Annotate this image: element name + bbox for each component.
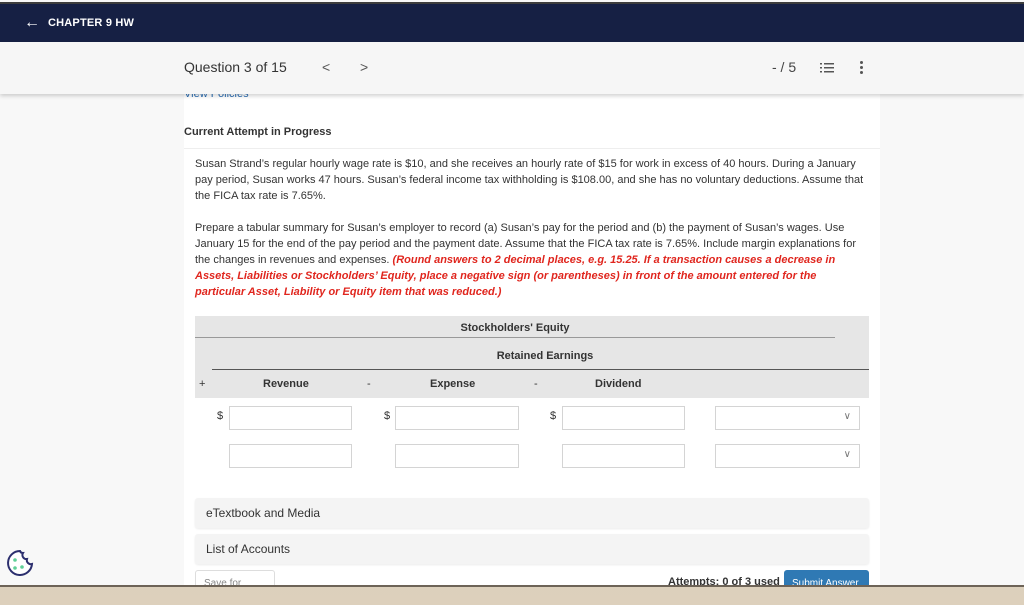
etextbook-media-accordion[interactable]: eTextbook and Media — [195, 498, 869, 528]
column-header-revenue: Revenue — [263, 378, 309, 390]
app-window: ← CHAPTER 9 HW Question 3 of 15 < > - / … — [0, 0, 1024, 587]
minus-sign: - — [367, 378, 371, 390]
table-header: Stockholders' Equity Retained Earnings +… — [195, 316, 869, 398]
dollar-sign: $ — [217, 410, 224, 422]
top-bar: ← CHAPTER 9 HW — [0, 2, 1024, 42]
stockholders-equity-header: Stockholders' Equity — [460, 322, 570, 334]
chevron-down-icon: ∨ — [843, 411, 851, 422]
minus-sign: - — [534, 378, 538, 390]
header-divider — [195, 337, 835, 338]
revenue-input-row-2[interactable] — [229, 444, 352, 468]
divider — [184, 148, 880, 149]
explanation-select-row-2[interactable]: ∨ — [715, 444, 860, 468]
submit-answer-button[interactable]: Submit Answer — [784, 570, 869, 585]
column-header-dividend: Dividend — [595, 378, 642, 390]
instructions-text: Prepare a tabular summary for Susan’s em… — [195, 220, 867, 300]
question-text: Susan Strand’s regular hourly wage rate … — [195, 158, 864, 202]
expense-input-row-2[interactable] — [395, 444, 519, 468]
dividend-input-row-2[interactable] — [562, 444, 685, 468]
dollar-sign: $ — [384, 410, 391, 422]
assignment-title[interactable]: CHAPTER 9 HW — [48, 17, 134, 29]
score-display: - / 5 — [772, 59, 797, 75]
arrow-left-icon[interactable]: ← — [24, 14, 40, 32]
chevron-down-icon: ∨ — [843, 449, 851, 460]
explanation-select-row-1[interactable]: ∨ — [715, 406, 860, 430]
revenue-input-row-1[interactable] — [229, 406, 352, 430]
list-of-accounts-accordion[interactable]: List of Accounts — [195, 534, 869, 564]
attempts-counter: Attempts: 0 of 3 used — [668, 576, 780, 587]
question-counter: Question 3 of 15 — [184, 59, 287, 75]
dividend-input-row-1[interactable] — [562, 406, 685, 430]
dollar-sign: $ — [550, 410, 557, 422]
column-header-expense: Expense — [430, 378, 476, 390]
numbered-list-icon[interactable] — [820, 62, 834, 74]
retained-earnings-header: Retained Earnings — [496, 350, 594, 362]
vertical-ellipsis-icon[interactable] — [860, 61, 864, 75]
plus-sign: + — [199, 378, 206, 390]
next-question-button[interactable]: > — [360, 59, 368, 75]
attempt-heading: Current Attempt in Progress — [184, 126, 332, 138]
previous-question-button[interactable]: < — [322, 59, 330, 75]
header-divider — [212, 369, 869, 370]
save-for-later-button[interactable]: Save for Later — [195, 570, 275, 585]
question-content: View Policies Current Attempt in Progres… — [184, 80, 880, 587]
expense-input-row-1[interactable] — [395, 406, 519, 430]
cookie-settings-icon[interactable] — [5, 548, 35, 578]
question-nav-bar: Question 3 of 15 < > - / 5 — [0, 42, 1024, 94]
